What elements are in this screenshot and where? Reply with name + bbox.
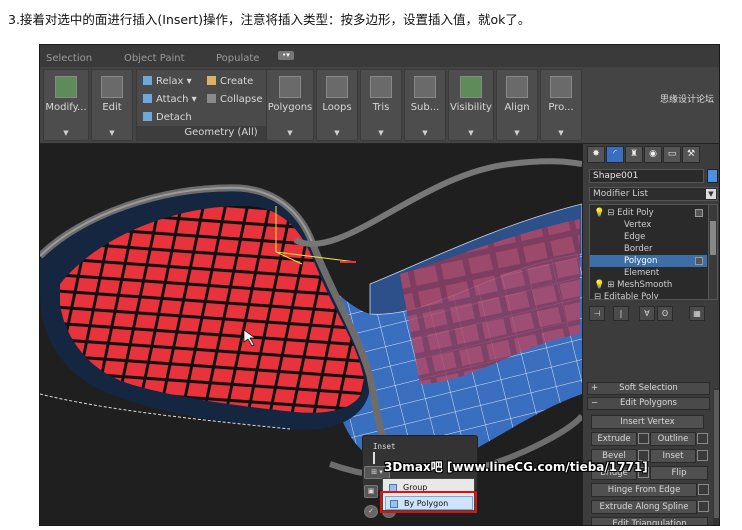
hinge-settings-button[interactable] bbox=[698, 484, 709, 495]
stack-toggle[interactable] bbox=[695, 257, 703, 265]
extrude-button[interactable]: Extrude bbox=[591, 432, 637, 446]
tab-populate[interactable]: Populate bbox=[216, 53, 259, 64]
command-panel-scrollbar[interactable] bbox=[713, 388, 719, 525]
make-unique-icon[interactable]: ∀ bbox=[639, 306, 655, 321]
tab-selection[interactable]: Selection bbox=[46, 53, 92, 64]
create-icon bbox=[207, 76, 216, 85]
modifier-stack[interactable]: 💡 ⊟ Edit Poly Vertex Edge Border Polygon… bbox=[589, 204, 718, 300]
pin-stack-icon[interactable]: ⊣ bbox=[589, 306, 605, 321]
inset-button[interactable]: Inset bbox=[650, 449, 696, 463]
stack-item-border[interactable]: Border bbox=[590, 243, 707, 255]
tris-button[interactable]: Tris ▼ bbox=[360, 69, 402, 141]
chevron-down-icon: ▼ bbox=[706, 189, 716, 199]
inset-caddy-label: Inset bbox=[373, 442, 396, 451]
attach-button[interactable]: Attach ▾ bbox=[143, 94, 197, 105]
properties-button[interactable]: Pro... ▼ bbox=[540, 69, 582, 141]
ribbon-options-dropdown[interactable]: •▾ bbox=[278, 51, 294, 60]
stack-toggle[interactable] bbox=[695, 209, 703, 217]
tab-object-paint[interactable]: Object Paint bbox=[124, 53, 185, 64]
3dsmax-window: Selection Object Paint Populate •▾ Modif… bbox=[39, 44, 720, 526]
rollout-soft-selection[interactable]: + Soft Selection bbox=[587, 382, 710, 395]
inset-option-icon[interactable]: ▣ bbox=[364, 485, 378, 498]
outline-settings-button[interactable] bbox=[697, 433, 708, 444]
chevron-down-icon: ▼ bbox=[378, 129, 384, 137]
configure-sets-icon[interactable]: ▦ bbox=[689, 306, 705, 321]
outline-button[interactable]: Outline bbox=[650, 432, 696, 446]
rollout-edit-polygons[interactable]: − Edit Polygons bbox=[587, 397, 710, 410]
chevron-down-icon: ▼ bbox=[558, 129, 564, 137]
stack-item-vertex[interactable]: Vertex bbox=[590, 219, 707, 231]
edit-icon bbox=[101, 76, 123, 98]
inset-settings-button[interactable] bbox=[697, 450, 708, 461]
relax-button[interactable]: Relax ▾ bbox=[143, 76, 192, 87]
stack-scrollbar[interactable] bbox=[708, 205, 717, 299]
object-color-swatch[interactable] bbox=[707, 169, 718, 183]
remove-modifier-icon[interactable]: ʘ bbox=[657, 306, 673, 321]
relax-icon bbox=[143, 76, 152, 85]
edit-button[interactable]: Edit ▼ bbox=[91, 69, 133, 141]
chevron-down-icon: ▼ bbox=[514, 129, 520, 137]
chevron-down-icon: ▼ bbox=[468, 129, 474, 137]
chevron-down-icon: ▼ bbox=[63, 129, 69, 137]
chevron-down-icon: ▼ bbox=[334, 129, 340, 137]
hinge-from-edge-button[interactable]: Hinge From Edge bbox=[591, 483, 697, 497]
display-tab-icon[interactable]: ▭ bbox=[663, 146, 681, 163]
tris-icon bbox=[370, 76, 392, 98]
stack-item-editable-poly[interactable]: ⊟ Editable Poly bbox=[590, 291, 707, 299]
utilities-tab-icon[interactable]: ⚒ bbox=[682, 146, 700, 163]
visibility-icon bbox=[460, 76, 482, 98]
modifier-list-dropdown[interactable]: Modifier List ▼ bbox=[589, 187, 718, 201]
modify-tab-icon[interactable]: ◜ bbox=[606, 146, 624, 163]
visibility-button[interactable]: Visibility ▼ bbox=[448, 69, 494, 141]
collapse-icon bbox=[207, 94, 216, 103]
chevron-down-icon: ▼ bbox=[287, 129, 293, 137]
collapse-button[interactable]: Collapse bbox=[207, 94, 263, 105]
subdivision-button[interactable]: Sub... ▼ bbox=[404, 69, 446, 141]
highlight-annotation bbox=[380, 491, 477, 513]
watermark-text: 3Dmax吧 [www.lineCG.com/tieba/1771] bbox=[384, 460, 648, 474]
extrude-spline-settings-button[interactable] bbox=[698, 501, 709, 512]
stack-item-element[interactable]: Element bbox=[590, 267, 707, 279]
modify-button[interactable]: Modify... ▼ bbox=[43, 69, 89, 141]
loops-button[interactable]: Loops ▼ bbox=[316, 69, 358, 141]
flip-button[interactable]: Flip bbox=[650, 466, 708, 480]
show-end-result-icon[interactable]: | bbox=[613, 306, 629, 321]
inset-amount-field[interactable] bbox=[373, 452, 375, 464]
create-tab-icon[interactable]: ✸ bbox=[587, 146, 605, 163]
site-logo: 思缘设计论坛 bbox=[660, 95, 715, 105]
stack-item-polygon[interactable]: Polygon bbox=[590, 255, 707, 267]
stack-tools: ⊣ | ∀ ʘ ▦ bbox=[589, 306, 718, 322]
command-panel-tabs: ✸ ◜ ♜ ◉ ▭ ⚒ bbox=[587, 146, 718, 164]
extrude-along-spline-button[interactable]: Extrude Along Spline bbox=[591, 500, 697, 514]
object-name-field[interactable]: Shape001 bbox=[589, 169, 704, 183]
subdivision-icon bbox=[414, 76, 436, 98]
ribbon-tabs: Selection Object Paint Populate •▾ bbox=[40, 45, 719, 67]
polygons-icon bbox=[279, 76, 301, 98]
ribbon-panel: Modify... ▼ Edit ▼ Relax ▾ Create Attach… bbox=[40, 67, 719, 144]
stack-item-edit-poly[interactable]: 💡 ⊟ Edit Poly bbox=[590, 207, 707, 219]
stack-item-meshsmooth[interactable]: 💡 ⊞ MeshSmooth bbox=[590, 279, 707, 291]
edit-triangulation-button[interactable]: Edit Triangulation bbox=[591, 517, 708, 525]
ok-check-icon[interactable]: ✓ bbox=[364, 505, 378, 518]
detach-icon bbox=[143, 112, 152, 121]
align-icon bbox=[506, 76, 528, 98]
attach-icon bbox=[143, 94, 152, 103]
detach-button[interactable]: Detach bbox=[143, 112, 192, 123]
insert-vertex-button[interactable]: Insert Vertex bbox=[591, 415, 704, 429]
chevron-down-icon: ▼ bbox=[109, 129, 115, 137]
extrude-settings-button[interactable] bbox=[638, 433, 649, 444]
motion-tab-icon[interactable]: ◉ bbox=[644, 146, 662, 163]
loops-icon bbox=[326, 76, 348, 98]
tutorial-caption: 3.接着对选中的面进行插入(Insert)操作，注意将插入类型：按多边形，设置插… bbox=[8, 12, 531, 27]
chevron-down-icon: ▼ bbox=[422, 129, 428, 137]
polygons-button[interactable]: Polygons ▼ bbox=[266, 69, 314, 141]
align-button[interactable]: Align ▼ bbox=[496, 69, 538, 141]
create-button[interactable]: Create bbox=[207, 76, 253, 87]
properties-icon bbox=[550, 76, 572, 98]
modify-icon bbox=[55, 76, 77, 98]
stack-item-edge[interactable]: Edge bbox=[590, 231, 707, 243]
hierarchy-tab-icon[interactable]: ♜ bbox=[625, 146, 643, 163]
